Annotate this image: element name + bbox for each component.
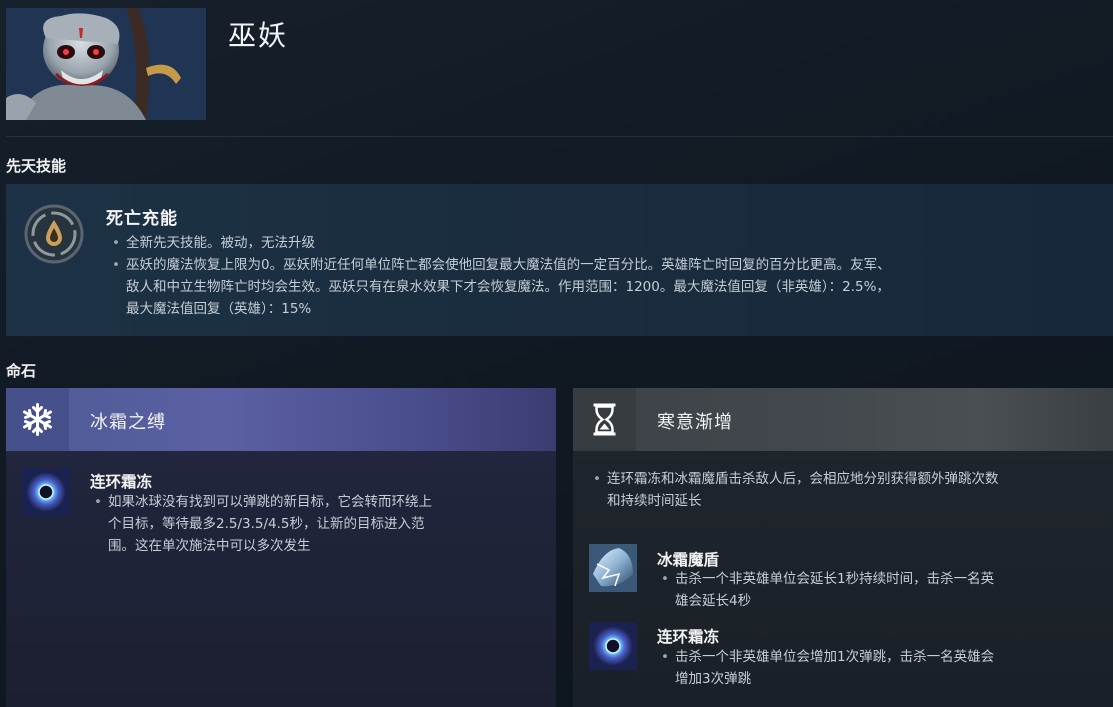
chain-frost-icon xyxy=(589,622,637,670)
ability-description: 击杀一个非英雄单位会增加1次弹跳，击杀一名英雄会 增加3次弹跳 xyxy=(657,646,1097,690)
innate-description: 全新先天技能。被动，无法升级 巫妖的魔法恢复上限为0。巫妖附近任何单位阵亡都会使… xyxy=(108,232,1098,320)
ability-bullet: 击杀一个非英雄单位会增加1次弹跳，击杀一名英雄会 xyxy=(657,646,1097,668)
facet-card-growing-chill[interactable]: 寒意渐增 连环霜冻和冰霜魔盾击杀敌人后，会相应地分别获得额外弹跳次数 和持续时间… xyxy=(573,388,1113,707)
hero-portrait xyxy=(6,8,206,120)
facet-bullet: 连环霜冻和冰霜魔盾击杀敌人后，会相应地分别获得额外弹跳次数 xyxy=(589,468,1109,490)
mana-drop-icon xyxy=(24,204,84,264)
hero-name: 巫妖 xyxy=(228,19,289,52)
facet-bullet-continuation: 围。这在单次施法中可以多次发生 xyxy=(108,538,311,554)
innate-ability-card: 死亡充能 全新先天技能。被动，无法升级 巫妖的魔法恢复上限为0。巫妖附近任何单位… xyxy=(6,184,1113,336)
ability-name: 连环霜冻 xyxy=(90,473,153,491)
facet-bullet: 如果冰球没有找到可以弹跳的新目标，它会转而环绕上 xyxy=(90,491,530,513)
ability-bullet: 击杀一个非英雄单位会延长1秒持续时间，击杀一名英 xyxy=(657,568,1097,590)
innate-bullet-continuation: 最大魔法值回复（英雄）：15% xyxy=(126,301,312,317)
ability-description: 击杀一个非英雄单位会延长1秒持续时间，击杀一名英 雄会延长4秒 xyxy=(657,568,1097,612)
ability-bullet-continuation: 雄会延长4秒 xyxy=(675,593,752,609)
innate-bullet: 全新先天技能。被动，无法升级 xyxy=(108,232,1098,254)
facet-description: 如果冰球没有找到可以弹跳的新目标，它会转而环绕上 个目标，等待最多2.5/3.5… xyxy=(90,491,530,557)
facet-header: 寒意渐增 xyxy=(573,388,1113,451)
innate-bullet: 巫妖的魔法恢复上限为0。巫妖附近任何单位阵亡都会使他回复最大魔法值的一定百分比。… xyxy=(108,254,1098,276)
header-divider xyxy=(6,136,1113,137)
facet-intro: 连环霜冻和冰霜魔盾击杀敌人后，会相应地分别获得额外弹跳次数 和持续时间延长 xyxy=(589,468,1109,512)
innate-bullet-continuation: 敌人和中立生物阵亡时均会生效。巫妖只有在泉水效果下才会恢复魔法。作用范围：120… xyxy=(126,279,890,295)
ability-name: 冰霜魔盾 xyxy=(657,551,720,569)
snowflake-icon xyxy=(23,403,52,436)
innate-section-title: 先天技能 xyxy=(6,157,67,175)
facet-title: 冰霜之缚 xyxy=(90,412,166,433)
innate-ability-name: 死亡充能 xyxy=(106,209,178,229)
facet-header: 冰霜之缚 xyxy=(6,388,556,451)
facet-bullet-continuation: 个目标，等待最多2.5/3.5/4.5秒，让新的目标进入范 xyxy=(108,516,425,532)
facet-icon-box xyxy=(6,388,69,451)
facet-icon-box xyxy=(573,388,636,451)
lich-portrait-image xyxy=(6,8,206,120)
frost-shield-icon xyxy=(589,544,637,592)
ability-name: 连环霜冻 xyxy=(657,628,720,646)
facets-section-title: 命石 xyxy=(6,362,37,380)
facet-card-frost-binding[interactable]: 冰霜之缚 连环霜冻 如果冰球没有找到可以弹跳的新目标，它会转而环绕上 个目标，等… xyxy=(6,388,556,707)
ability-bullet-continuation: 增加3次弹跳 xyxy=(675,671,752,687)
facet-bullet-continuation: 和持续时间延长 xyxy=(607,493,702,509)
hourglass-icon xyxy=(593,403,616,436)
chain-frost-icon xyxy=(22,468,70,516)
facet-title: 寒意渐增 xyxy=(657,412,733,433)
